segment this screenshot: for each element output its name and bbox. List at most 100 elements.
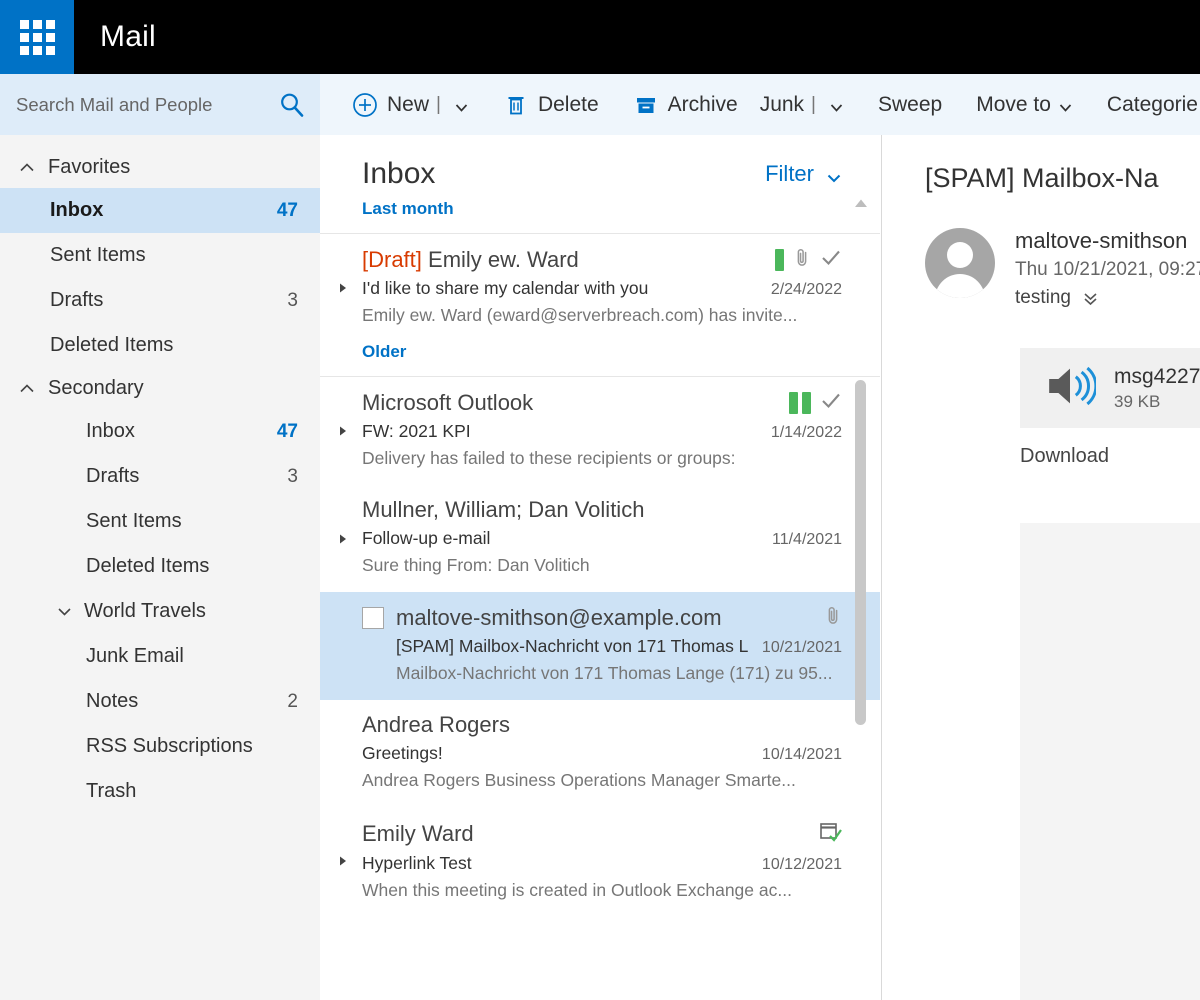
list-item-sender: Andrea Rogers: [362, 712, 510, 737]
sidebar-group-secondary[interactable]: Secondary: [0, 368, 320, 409]
chevron-down-icon[interactable]: [1058, 97, 1073, 112]
chevron-double-down-icon[interactable]: [1082, 290, 1099, 307]
junk-separator: |: [811, 93, 816, 115]
app-launcher-waffle-icon[interactable]: [0, 0, 74, 74]
sidebar-item-label: Drafts: [50, 289, 104, 311]
sidebar-item-trash[interactable]: Trash: [0, 769, 320, 814]
search-input[interactable]: [16, 84, 278, 125]
sidebar-item-notes[interactable]: Notes 2: [0, 679, 320, 724]
triangle-right-icon[interactable]: [336, 424, 350, 438]
plus-circle-icon: [352, 92, 378, 118]
list-item-subject: Hyperlink Test: [362, 853, 472, 873]
download-link[interactable]: Download: [1020, 445, 1200, 468]
message-header: maltove-smithson Thu 10/21/2021, 09:27 t…: [882, 194, 1200, 309]
paperclip-icon: [793, 246, 811, 273]
message-subject: [SPAM] Mailbox-Na: [925, 163, 1159, 193]
delete-button-label: Delete: [537, 92, 599, 116]
move-to-button[interactable]: Move to: [976, 74, 1073, 135]
sidebar-item-deleted-items-secondary[interactable]: Deleted Items: [0, 544, 320, 589]
category-bar-green: [802, 391, 811, 414]
filter-button[interactable]: Filter: [765, 161, 842, 187]
junk-button[interactable]: Junk |: [760, 74, 844, 135]
category-bar-green: [775, 248, 784, 271]
list-item-line-sender: [Draft] Emily ew. Ward: [362, 246, 842, 273]
calendar-accepted-icon: [818, 819, 842, 848]
sidebar-item-sent-items-favorites[interactable]: Sent Items: [0, 233, 320, 278]
sidebar-group-label: Secondary: [48, 377, 144, 399]
search-icon[interactable]: [278, 91, 306, 119]
triangle-right-icon[interactable]: [336, 854, 350, 868]
new-button[interactable]: New |: [352, 74, 469, 135]
sidebar-item-inbox-favorites[interactable]: Inbox 47: [0, 188, 320, 233]
sidebar-item-count: 3: [287, 289, 298, 311]
group-header-older: Older: [362, 342, 407, 361]
list-item-selected[interactable]: maltove-smithson@example.com [SPAM] Mail…: [320, 592, 880, 700]
archive-box-icon: [633, 92, 659, 118]
list-item-subject: I'd like to share my calendar with you: [362, 278, 649, 298]
triangle-right-icon[interactable]: [336, 532, 350, 546]
list-item-line-subject: [SPAM] Mailbox-Nachricht von 171 Thomas …: [362, 636, 842, 657]
avatar-body: [935, 274, 985, 298]
paperclip-icon: [824, 604, 842, 631]
list-item-sender: maltove-smithson@example.com: [396, 604, 722, 630]
sweep-button[interactable]: Sweep: [878, 74, 942, 135]
sidebar-item-deleted-items-favorites[interactable]: Deleted Items: [0, 323, 320, 368]
folder-sidebar: Favorites Inbox 47 Sent Items Drafts 3 D…: [0, 135, 320, 1000]
sidebar-group-favorites[interactable]: Favorites: [0, 147, 320, 188]
attachment-size: 39 KB: [1114, 391, 1161, 411]
list-item[interactable]: Emily Ward Hyperlink Test 10/12/2021 Whe…: [320, 807, 880, 917]
list-item-line-sender: Mullner, William; Dan Volitich: [362, 497, 842, 523]
scroll-thumb[interactable]: [855, 380, 866, 725]
sidebar-item-drafts-favorites[interactable]: Drafts 3: [0, 278, 320, 323]
list-item-date: 10/21/2021: [761, 639, 842, 656]
list-item-date: 10/14/2021: [761, 746, 842, 763]
sidebar-item-drafts-secondary[interactable]: Drafts 3: [0, 454, 320, 499]
sidebar-item-rss-subscriptions[interactable]: RSS Subscriptions: [0, 724, 320, 769]
list-item[interactable]: Andrea Rogers Greetings! 10/14/2021 Andr…: [320, 700, 880, 807]
list-item-line-sender: Emily Ward: [362, 819, 842, 848]
reading-pane: [SPAM] Mailbox-Na maltove-smithson Thu 1…: [881, 135, 1200, 1000]
attachment-tile[interactable]: msg42272 39 KB: [1020, 348, 1200, 428]
list-item-preview: Emily ew. Ward (eward@serverbreach.com) …: [362, 305, 798, 325]
chevron-down-icon[interactable]: [829, 97, 844, 112]
message-list-scrollbar[interactable]: [852, 195, 870, 995]
sidebar-item-label: Trash: [86, 780, 137, 802]
checkbox-unchecked-icon[interactable]: [362, 606, 384, 629]
app-title: Mail: [100, 20, 156, 53]
archive-button-label: Archive: [667, 92, 738, 116]
list-item[interactable]: [Draft] Emily ew. Ward I'd like to share…: [320, 234, 880, 342]
categories-button[interactable]: Categorie: [1107, 74, 1198, 135]
sidebar-item-inbox-secondary[interactable]: Inbox 47: [0, 409, 320, 454]
message-recipients-label: testing: [1015, 287, 1071, 308]
list-item[interactable]: Microsoft Outlook FW: 2021 KPI 1/14/2022…: [320, 377, 880, 485]
message-body-content: [1020, 523, 1200, 1000]
avatar-head: [947, 242, 973, 268]
list-item-preview: When this meeting is created in Outlook …: [362, 880, 792, 900]
list-item-subject: Greetings!: [362, 743, 443, 763]
message-list-header: Inbox Filter: [320, 135, 880, 191]
move-to-button-label: Move to: [976, 92, 1051, 116]
chevron-down-icon[interactable]: [56, 603, 73, 620]
list-item-date: 10/12/2021: [761, 856, 842, 873]
list-item-date: 2/24/2022: [770, 281, 842, 298]
delete-button[interactable]: Delete: [503, 74, 599, 135]
sidebar-item-world-travels[interactable]: World Travels: [0, 589, 320, 634]
sidebar-item-sent-items-secondary[interactable]: Sent Items: [0, 499, 320, 544]
list-item-flags: [818, 819, 842, 848]
outlook-web-app: Mail New |: [0, 0, 1200, 1000]
archive-button[interactable]: Archive: [633, 74, 738, 135]
new-button-label: New: [387, 92, 430, 116]
list-item-line-subject: FW: 2021 KPI 1/14/2022: [362, 421, 842, 442]
sidebar-item-count: 2: [287, 690, 298, 712]
list-item-subject: Follow-up e-mail: [362, 528, 491, 548]
list-item-sender: Microsoft Outlook: [362, 389, 534, 415]
triangle-right-icon[interactable]: [336, 281, 350, 295]
chevron-down-icon[interactable]: [454, 97, 469, 112]
sidebar-item-junk-email[interactable]: Junk Email: [0, 634, 320, 679]
scroll-up-arrow-icon[interactable]: [854, 195, 868, 207]
list-item-sender: Emily Ward: [362, 820, 474, 846]
message-recipients[interactable]: testing: [1015, 287, 1200, 309]
sweep-button-label: Sweep: [877, 92, 943, 116]
list-item[interactable]: Mullner, William; Dan Volitich Follow-up…: [320, 485, 880, 592]
list-item-line-sender: Microsoft Outlook: [362, 389, 842, 416]
